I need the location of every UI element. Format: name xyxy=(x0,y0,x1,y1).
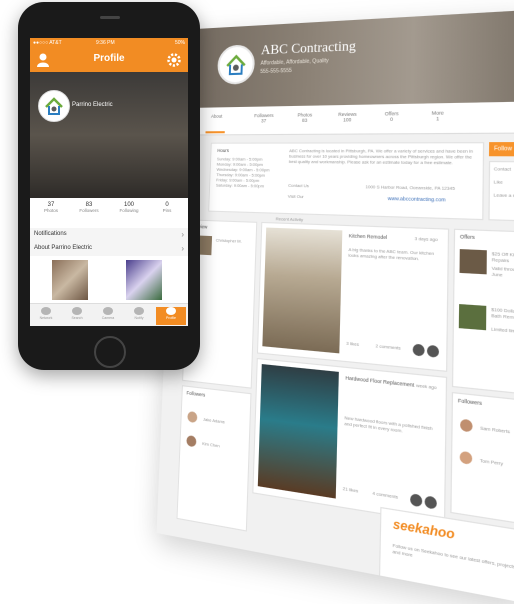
gear-icon[interactable] xyxy=(166,52,182,68)
post-photo[interactable] xyxy=(262,227,343,354)
profile-stats: 37 Photos 83 Followers 100 Following 0 Pins xyxy=(30,198,188,229)
contact-button[interactable]: Contact xyxy=(490,162,514,176)
hours-list: Sunday: 9:00am - 5:00pm Monday: 9:00am -… xyxy=(215,156,270,189)
avatar xyxy=(187,410,198,424)
active-tab-indicator xyxy=(205,131,225,134)
seekahoo-promo: seekahoo Follow us on Seekahoo to see ou… xyxy=(378,506,514,604)
post-photo[interactable] xyxy=(257,364,339,499)
speaker xyxy=(100,16,120,19)
company-phone: 555-555-5555 xyxy=(260,67,292,76)
profile-avatar[interactable] xyxy=(38,90,70,122)
contact-label: Contact Us xyxy=(288,182,309,189)
recent-activity-label: Recent Activity xyxy=(275,215,304,223)
stat-pins[interactable]: 0 Pins xyxy=(150,202,184,213)
side-actions: Contact Like Leave a review xyxy=(488,160,514,222)
bottom-tab-bar: Network Search Camera Notify Profile xyxy=(30,303,188,326)
camera-icon xyxy=(103,307,113,315)
post-title: Hardwood Floor Replacement xyxy=(345,374,415,388)
review-button[interactable]: Leave a review xyxy=(490,188,514,202)
hours-title: Hours xyxy=(217,147,230,154)
post-title: Kitchen Remodel xyxy=(348,232,388,241)
carrier: ●●○○○ AT&T xyxy=(33,40,62,46)
chevron-right-icon: › xyxy=(181,244,184,253)
tab-more[interactable]: More 1 xyxy=(420,110,455,122)
profile-icon xyxy=(166,307,176,315)
post-likes: 3 likes xyxy=(346,340,360,348)
iphone-frame: ●●○○○ AT&T 9:36 PM 50% Profile Parrino E… xyxy=(18,2,200,370)
app-screen: ●●○○○ AT&T 9:36 PM 50% Profile Parrino E… xyxy=(30,38,188,326)
bell-icon xyxy=(134,307,144,315)
share-icon[interactable] xyxy=(426,344,440,358)
tab-reviews[interactable]: Reviews 100 xyxy=(331,111,364,122)
post-text: New hardwood floors with a polished fini… xyxy=(344,414,433,434)
offer-photo[interactable] xyxy=(459,249,487,275)
post-time: 1 week ago xyxy=(412,381,437,391)
stat-followers[interactable]: 83 Followers xyxy=(72,202,106,213)
post-comments: 2 comments xyxy=(375,342,401,351)
left-followers-card: Followers Jake Adams Kim Chen xyxy=(176,385,252,532)
website-link[interactable]: www.abccontracting.com xyxy=(388,196,446,203)
review-user: Christopher M. xyxy=(215,237,242,244)
tab-offers[interactable]: Offers 0 xyxy=(375,111,409,123)
offer-photo[interactable] xyxy=(458,304,487,331)
photo-thumb[interactable] xyxy=(52,260,88,300)
offers-card: Offers $25 Off Kitchen Repairs Valid thr… xyxy=(451,228,514,396)
post-text: A big thanks to the ABC team. Our kitche… xyxy=(348,246,435,262)
stat-following[interactable]: 100 Following xyxy=(112,202,146,213)
chevron-right-icon: › xyxy=(181,230,184,239)
search-icon xyxy=(72,307,82,315)
tab-network[interactable]: Network xyxy=(31,307,61,325)
camera-icon[interactable] xyxy=(410,493,423,508)
address: 1000 S Harbor Road, Oceanside, PA 12345 xyxy=(365,183,455,192)
photo-grid xyxy=(30,256,188,304)
post-likes: 21 likes xyxy=(342,485,359,494)
stat-photos[interactable]: 37 Photos xyxy=(34,202,68,213)
tab-camera[interactable]: Camera xyxy=(93,307,123,325)
tab-search[interactable]: Search xyxy=(62,307,92,325)
post-comments: 4 comments xyxy=(372,489,399,500)
about-row[interactable]: About Parrino Electric › xyxy=(30,242,188,257)
post-time: 3 days ago xyxy=(414,235,438,243)
company-logo xyxy=(216,44,256,85)
company-tagline: Affordable, Affordable, Quality xyxy=(260,57,329,67)
post-card: Hardwood Floor Replacement 1 week ago Ne… xyxy=(252,357,448,525)
photo-thumb[interactable] xyxy=(126,260,162,300)
house-logo-icon xyxy=(45,97,63,115)
avatar xyxy=(186,434,197,448)
like-button[interactable]: Like xyxy=(490,175,514,189)
post-card: Kitchen Remodel 3 days ago A big thanks … xyxy=(256,221,450,372)
seekahoo-logo: seekahoo xyxy=(392,517,455,543)
notifications-row[interactable]: Notifications › xyxy=(30,228,188,243)
status-bar: ●●○○○ AT&T 9:36 PM 50% xyxy=(30,38,188,48)
cover-banner: ABC Contracting Affordable, Affordable, … xyxy=(174,9,514,109)
about-card: Hours Sunday: 9:00am - 5:00pm Monday: 9:… xyxy=(208,142,485,221)
nav-bar: Profile xyxy=(30,48,188,72)
company-name: ABC Contracting xyxy=(260,37,357,58)
clock: 9:36 PM xyxy=(96,40,115,46)
network-icon xyxy=(41,307,51,315)
house-logo-icon xyxy=(219,46,253,82)
about-text: ABC Contracting is located in Pittsburgh… xyxy=(288,147,473,166)
promo-text: Follow us on Seekahoo to see our latest … xyxy=(392,542,514,571)
follow-button[interactable]: Follow xyxy=(488,142,514,157)
profile-name: Parrino Electric xyxy=(72,102,113,108)
business-web-page: ABC Contracting Affordable, Affordable, … xyxy=(156,9,514,604)
website-label: Visit Our xyxy=(287,193,304,200)
avatar xyxy=(459,450,473,465)
profile-tabs: About Followers 37 Photos 83 Reviews 100 Of… xyxy=(173,101,514,136)
tab-notify[interactable]: Notify xyxy=(124,307,154,325)
tab-photos[interactable]: Photos 83 xyxy=(289,112,321,123)
tab-followers[interactable]: Followers 37 xyxy=(249,113,280,124)
followers-card: Followers Sam Roberts Tom Perry xyxy=(450,391,514,527)
page-title: Profile xyxy=(93,53,125,64)
tab-profile[interactable]: Profile xyxy=(156,307,186,325)
battery: 50% xyxy=(174,40,185,46)
tab-about[interactable]: About xyxy=(202,113,231,119)
avatar xyxy=(460,418,473,433)
share-icon[interactable] xyxy=(424,495,437,510)
camera-icon[interactable] xyxy=(412,343,425,357)
home-button[interactable] xyxy=(94,336,126,368)
